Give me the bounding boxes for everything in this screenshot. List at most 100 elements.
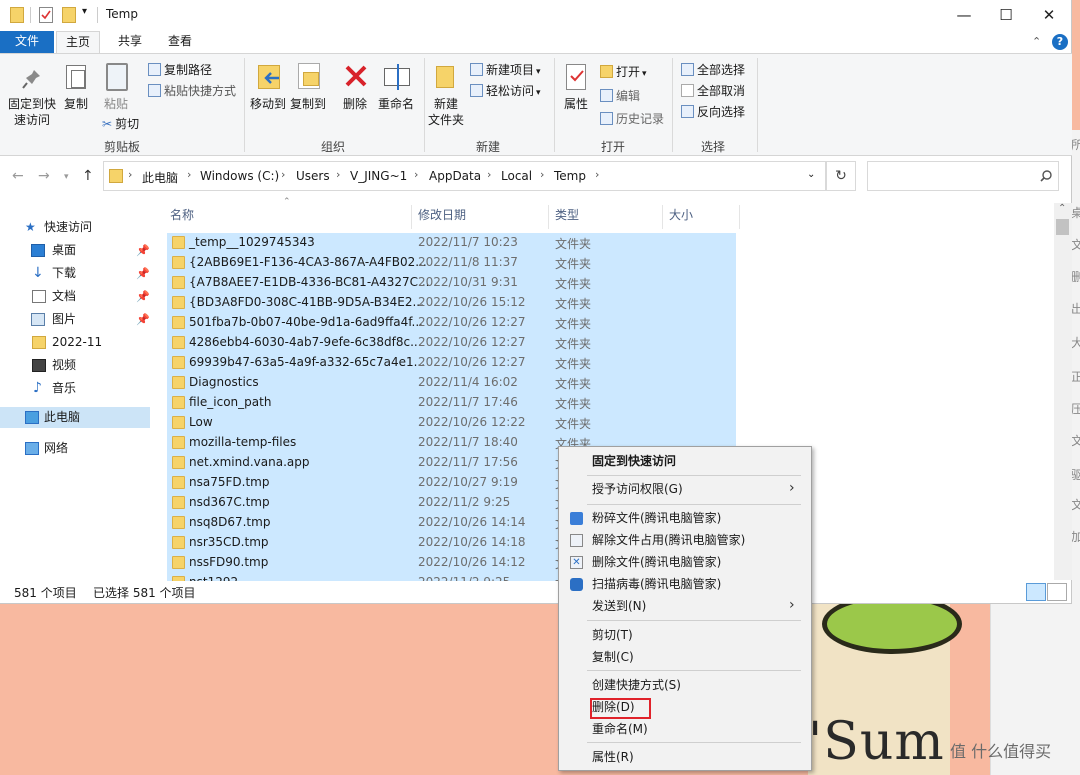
menu-item-cut[interactable]: 剪切(T) — [559, 624, 811, 646]
pin-icon[interactable]: 📌 — [136, 240, 150, 261]
file-row[interactable]: _temp__10297453432022/11/7 10:23文件夹 — [167, 233, 736, 253]
file-row[interactable]: {BD3A8FD0-308C-41BB-9D5A-B34E2...2022/10… — [167, 293, 736, 313]
file-row[interactable]: {A7B8AEE7-E1DB-4336-BC81-A4327C...2022/1… — [167, 273, 736, 293]
address-bar[interactable]: › 此电脑 › Windows (C:) › Users › V_JING~1 … — [103, 161, 826, 191]
refresh-icon[interactable]: ↻ — [826, 161, 856, 191]
back-arrow-icon[interactable]: ← — [12, 168, 24, 184]
delete-button[interactable]: 删除 — [340, 96, 370, 112]
menu-item-rename[interactable]: 重命名(M) — [559, 718, 811, 740]
vertical-scrollbar[interactable]: ⌃ — [1054, 203, 1072, 580]
large-icons-view-icon[interactable] — [1047, 583, 1067, 601]
open-button[interactable]: 打开▾ — [600, 64, 647, 82]
collapse-ribbon-icon[interactable]: ⌃ — [1032, 35, 1041, 48]
menu-item-pin-quick-access[interactable]: 固定到快速访问 — [559, 450, 811, 472]
file-row[interactable]: file_icon_path2022/11/7 17:46文件夹 — [167, 393, 736, 413]
new-folder-label-line1: 新建 — [426, 96, 466, 112]
menu-item-properties[interactable]: 属性(R) — [559, 746, 811, 768]
help-icon[interactable]: ? — [1052, 34, 1068, 50]
cut-button[interactable]: ✂剪切 — [102, 116, 139, 132]
nav-label: 网络 — [44, 438, 68, 459]
breadcrumb-this-pc[interactable]: 此电脑 — [142, 169, 178, 186]
column-date[interactable]: 修改日期 — [418, 205, 466, 229]
menu-item-copy[interactable]: 复制(C) — [559, 646, 811, 668]
breadcrumb-users[interactable]: Users — [296, 169, 330, 183]
file-row[interactable]: Diagnostics2022/11/4 16:02文件夹 — [167, 373, 736, 393]
select-none-icon — [681, 84, 694, 97]
scroll-up-icon[interactable]: ⌃ — [1058, 203, 1066, 214]
maximize-button[interactable]: ☐ — [983, 0, 1029, 31]
column-size[interactable]: 大小 — [669, 205, 693, 229]
file-row[interactable]: 501fba7b-0b07-40be-9d1a-6ad9ffa4f...2022… — [167, 313, 736, 333]
nav-item-2022-11[interactable]: 2022-11 — [0, 332, 150, 353]
pin-icon[interactable]: 📌 — [136, 263, 150, 284]
properties-button[interactable]: 属性 — [562, 96, 590, 112]
menu-label: 解除文件占用(腾讯电脑管家) — [592, 529, 745, 551]
file-row[interactable]: 4286ebb4-6030-4ab7-9efe-6c38df8c...2022/… — [167, 333, 736, 353]
menu-item-delete-file-manager[interactable]: ✕删除文件(腾讯电脑管家) — [559, 551, 811, 573]
breadcrumb-appdata[interactable]: AppData — [429, 169, 481, 183]
menu-item-send-to[interactable]: 发送到(N)› — [559, 595, 811, 617]
nav-item-documents[interactable]: 文档 📌 — [0, 286, 150, 307]
search-input[interactable] — [867, 161, 1059, 191]
copy-button[interactable]: 复制 — [62, 96, 90, 112]
customize-quick-access-icon[interactable]: ▾ — [82, 6, 87, 17]
nav-item-pictures[interactable]: 图片 📌 — [0, 309, 150, 330]
new-item-button[interactable]: 新建项目▾ — [470, 62, 541, 80]
breadcrumb-temp[interactable]: Temp — [554, 169, 586, 183]
nav-item-music[interactable]: ♪ 音乐 — [0, 378, 150, 399]
history-button[interactable]: 历史记录 — [600, 111, 664, 127]
nav-item-quick-access[interactable]: ★ 快速访问 — [0, 217, 150, 238]
tab-file[interactable]: 文件 — [0, 31, 54, 54]
copy-to-button[interactable]: 复制到 — [290, 96, 326, 112]
move-to-button[interactable]: 移动到 — [250, 96, 286, 112]
address-dropdown-icon[interactable]: ⌄ — [807, 169, 815, 180]
tab-home[interactable]: 主页 — [56, 31, 100, 54]
properties-check-icon[interactable] — [39, 7, 53, 23]
rename-button[interactable]: 重命名 — [376, 96, 416, 112]
tab-view[interactable]: 查看 — [158, 31, 202, 54]
breadcrumb-drive-c[interactable]: Windows (C:) — [200, 169, 279, 183]
select-none-button[interactable]: 全部取消 — [681, 83, 745, 99]
pin-icon[interactable]: 📌 — [136, 286, 150, 307]
file-row[interactable]: Low2022/10/26 12:22文件夹 — [167, 413, 736, 433]
recent-locations-icon[interactable]: ▾ — [64, 172, 69, 182]
nav-item-desktop[interactable]: 桌面 📌 — [0, 240, 150, 261]
select-all-button[interactable]: 全部选择 — [681, 62, 745, 78]
menu-item-shred-file[interactable]: 粉碎文件(腾讯电脑管家) — [559, 507, 811, 529]
new-folder-quick-icon[interactable] — [62, 7, 76, 23]
scrollbar-thumb[interactable] — [1056, 219, 1069, 235]
paste-shortcut-button[interactable]: 粘贴快捷方式 — [148, 83, 236, 99]
column-name[interactable]: 名称 — [170, 205, 194, 229]
invert-selection-button[interactable]: 反向选择 — [681, 104, 745, 120]
easy-access-button[interactable]: 轻松访问▾ — [470, 83, 541, 101]
nav-item-videos[interactable]: 视频 — [0, 355, 150, 376]
paste-button[interactable]: 粘贴 — [102, 96, 130, 112]
column-type[interactable]: 类型 — [555, 205, 579, 229]
minimize-button[interactable]: — — [941, 0, 987, 31]
menu-item-grant-access[interactable]: 授予访问权限(G)› — [559, 478, 811, 500]
breadcrumb-local[interactable]: Local — [501, 169, 532, 183]
nav-label: 音乐 — [52, 378, 76, 399]
new-folder-button[interactable]: 新建 文件夹 — [426, 96, 466, 128]
file-row[interactable]: {2ABB69E1-F136-4CA3-867A-A4FB02...2022/1… — [167, 253, 736, 273]
pin-icon[interactable]: 📌 — [136, 309, 150, 330]
folder-icon — [172, 536, 185, 549]
nav-item-this-pc[interactable]: 此电脑 — [0, 407, 150, 428]
file-row[interactable]: 69939b47-63a5-4a9f-a332-65c7a4e1...2022/… — [167, 353, 736, 373]
edit-button[interactable]: 编辑 — [600, 88, 640, 104]
copy-path-button[interactable]: 复制路径 — [148, 62, 212, 78]
menu-item-unlock-file[interactable]: 解除文件占用(腾讯电脑管家) — [559, 529, 811, 551]
up-arrow-icon[interactable]: ↑ — [82, 168, 94, 184]
copy-to-icon — [298, 63, 320, 89]
pin-to-quick-access-button[interactable]: 固定到快 速访问 — [4, 96, 60, 128]
new-item-dropdown-icon: ▾ — [536, 67, 541, 77]
nav-item-network[interactable]: 网络 — [0, 438, 150, 459]
close-button[interactable]: ✕ — [1026, 0, 1072, 31]
tab-share[interactable]: 共享 — [108, 31, 152, 54]
menu-item-create-shortcut[interactable]: 创建快捷方式(S) — [559, 674, 811, 696]
breadcrumb-user[interactable]: V_JING~1 — [350, 169, 407, 183]
forward-arrow-icon[interactable]: → — [38, 168, 50, 184]
details-view-icon[interactable] — [1026, 583, 1046, 601]
menu-item-scan-virus[interactable]: 扫描病毒(腾讯电脑管家) — [559, 573, 811, 595]
nav-item-downloads[interactable]: ↓ 下载 📌 — [0, 263, 150, 284]
